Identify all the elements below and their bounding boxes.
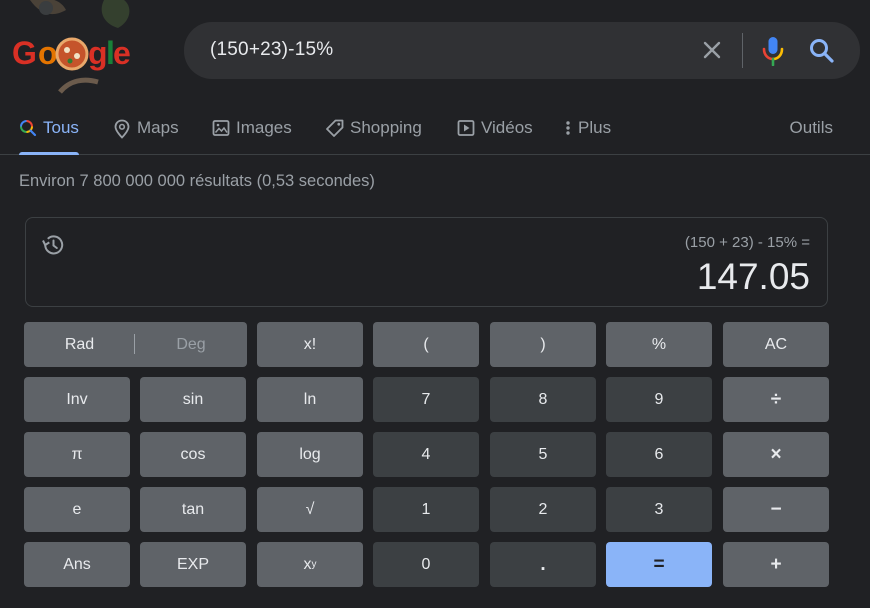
tab-plus[interactable]: Plus [564,112,611,154]
cos-key[interactable]: cos [140,432,246,477]
calculator-display: (150 + 23) - 15% = 147.05 [25,217,828,307]
svg-text:G: G [12,35,37,71]
result-stats: Environ 7 800 000 000 résultats (0,53 se… [19,172,375,190]
search-query[interactable]: (150+23)-15% [210,39,333,61]
power-base: x [303,555,312,573]
exp-key[interactable]: EXP [140,542,246,587]
calculator-expression: (150 + 23) - 15% = [684,234,810,251]
svg-text:e: e [113,35,131,71]
euler-key[interactable]: e [24,487,130,532]
play-icon [457,120,475,136]
digit-5-key[interactable]: 5 [490,432,596,477]
search-icon [810,39,834,63]
inverse-key[interactable]: Inv [24,377,130,422]
tab-maps[interactable]: Maps [113,112,179,154]
tools-button[interactable]: Outils [790,118,833,138]
close-icon [703,41,721,59]
log-key[interactable]: log [257,432,363,477]
tab-label: Plus [578,118,612,137]
search-tabs: Tous Maps Images Shopping Vidéos Plus Ou… [0,112,870,155]
sqrt-key[interactable]: √ [257,487,363,532]
deg-label: Deg [176,335,206,353]
svg-text:g: g [88,35,108,71]
search-submit-button[interactable] [808,37,836,65]
tab-label: Shopping [350,118,422,137]
digit-0-key[interactable]: 0 [373,542,479,587]
sin-key[interactable]: sin [140,377,246,422]
rad-label: Rad [64,335,95,353]
multiply-key[interactable]: × [723,432,829,477]
digit-4-key[interactable]: 4 [373,432,479,477]
tan-key[interactable]: tan [140,487,246,532]
digit-6-key[interactable]: 6 [606,432,712,477]
microphone-icon [762,37,784,67]
pi-key[interactable]: π [24,432,130,477]
digit-9-key[interactable]: 9 [606,377,712,422]
digit-1-key[interactable]: 1 [373,487,479,532]
all-clear-key[interactable]: AC [723,322,829,367]
equals-key[interactable]: = [606,542,712,587]
tag-icon [326,119,344,137]
tab-label: Maps [137,118,179,137]
svg-text:o: o [38,35,58,71]
open-paren-key[interactable]: ( [373,322,479,367]
image-icon [212,120,230,136]
rad-deg-toggle[interactable]: Rad Deg [24,322,247,367]
tab-videos[interactable]: Vidéos [457,112,533,154]
voice-search-button[interactable] [760,36,786,67]
more-vert-icon [566,121,570,135]
close-paren-key[interactable]: ) [490,322,596,367]
ln-key[interactable]: ln [257,377,363,422]
plus-key[interactable]: + [723,542,829,587]
decimal-point-key[interactable]: . [490,542,596,587]
digit-8-key[interactable]: 8 [490,377,596,422]
percent-key[interactable]: % [606,322,712,367]
search-icon [20,120,37,137]
tab-images[interactable]: Images [212,112,292,154]
map-pin-icon [114,119,130,139]
tab-label: Vidéos [481,118,533,137]
power-key[interactable]: xy [257,542,363,587]
digit-3-key[interactable]: 3 [606,487,712,532]
ans-key[interactable]: Ans [24,542,130,587]
digit-2-key[interactable]: 2 [490,487,596,532]
factorial-key[interactable]: x! [257,322,363,367]
divide-key[interactable]: ÷ [723,377,829,422]
clear-search-button[interactable] [700,38,724,62]
minus-key[interactable]: − [723,487,829,532]
calculator-result: 147.05 [696,256,810,297]
search-divider [742,33,743,68]
tab-tous[interactable]: Tous [19,112,79,155]
tab-label: Tous [43,118,79,137]
search-box[interactable]: (150+23)-15% [184,22,860,79]
tab-shopping[interactable]: Shopping [325,112,422,154]
history-icon[interactable] [40,232,66,258]
google-doodle-logo[interactable]: G o g l e [0,0,150,100]
digit-7-key[interactable]: 7 [373,377,479,422]
tab-label: Images [236,118,292,137]
power-exponent: y [311,559,317,570]
